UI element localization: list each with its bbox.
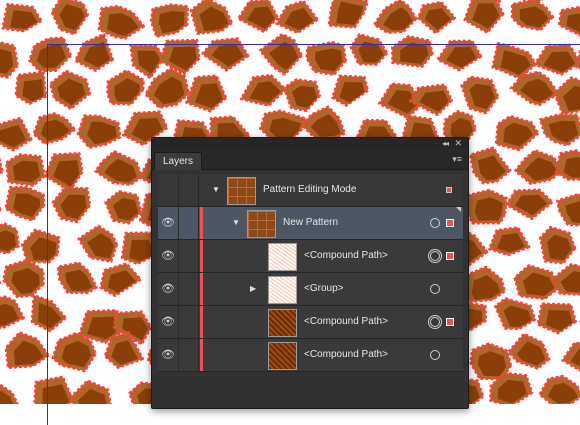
selection-indicator[interactable] [446,187,452,193]
layer-row[interactable]: 👁 ▶ <Group> [158,273,463,306]
target-circle-icon[interactable] [430,218,440,228]
visibility-eye-icon[interactable]: 👁 [158,240,179,272]
disclosure-collapsed-icon[interactable]: ▶ [250,273,256,305]
target-circle-icon[interactable] [430,284,440,294]
target-circle-icon[interactable] [430,350,440,360]
layer-thumbnail [247,210,276,238]
layer-thumbnail [268,243,297,271]
layer-color-bar [200,207,203,239]
visibility-eye-icon[interactable]: 👁 [158,273,179,305]
layers-list: ▼ Pattern Editing Mode 👁 ▼ New Pattern 👁 <Comp… [158,174,463,372]
layers-panel: ◂◂ ✕ Layers ▾≡ ▼ Pattern Editing Mode 👁 ▼ Ne… [151,137,469,409]
layer-thumbnail [268,276,297,304]
layer-row[interactable]: 👁 <Compound Path> [158,306,463,339]
layer-name: <Compound Path> [304,306,388,338]
layer-row[interactable]: 👁 <Compound Path> [158,339,463,372]
selection-indicator[interactable] [446,252,454,260]
lock-toggle[interactable] [179,174,199,206]
layer-row[interactable]: 👁 ▼ New Pattern [158,207,463,240]
tab-layers[interactable]: Layers [154,152,202,170]
layer-name: <Group> [304,273,343,305]
target-circle-icon[interactable] [430,251,440,261]
stone-inner-shape [159,11,185,33]
visibility-toggle[interactable] [158,174,179,206]
lock-toggle[interactable] [179,273,199,305]
layer-name: <Compound Path> [304,339,388,371]
layer-name: Pattern Editing Mode [263,174,356,206]
layer-color-bar [200,273,203,305]
layer-name: New Pattern [283,207,338,239]
layer-row[interactable]: 👁 <Compound Path> [158,240,463,273]
disclosure-expanded-icon[interactable]: ▼ [212,174,220,206]
disclosure-expanded-icon[interactable]: ▼ [232,207,240,239]
collapse-icon[interactable]: ◂◂ [442,138,448,149]
layer-row[interactable]: ▼ Pattern Editing Mode [158,174,463,207]
stone-shape[interactable] [0,145,3,181]
lock-toggle[interactable] [179,306,199,338]
visibility-eye-icon[interactable]: 👁 [158,306,179,338]
visibility-eye-icon[interactable]: 👁 [158,339,179,371]
row-corner-marker [456,207,461,212]
panel-menu-icon[interactable]: ▾≡ [452,153,462,165]
panel-title-bar[interactable]: ◂◂ ✕ [152,138,468,149]
selection-indicator[interactable] [446,318,454,326]
lock-toggle[interactable] [179,240,199,272]
target-circle-icon[interactable] [430,317,440,327]
layer-name: <Compound Path> [304,240,388,272]
visibility-eye-icon[interactable]: 👁 [158,207,179,239]
selection-indicator[interactable] [446,219,454,227]
lock-toggle[interactable] [179,207,199,239]
lock-toggle[interactable] [179,339,199,371]
layer-color-bar [200,240,203,272]
layer-thumbnail [227,177,256,205]
stone-shape[interactable] [0,190,1,225]
layer-color-bar [200,339,203,371]
close-icon[interactable]: ✕ [454,138,462,149]
layer-thumbnail [268,342,297,370]
layer-color-bar [200,306,203,338]
panel-tab-bar: Layers ▾≡ [152,149,468,170]
layer-thumbnail [268,309,297,337]
